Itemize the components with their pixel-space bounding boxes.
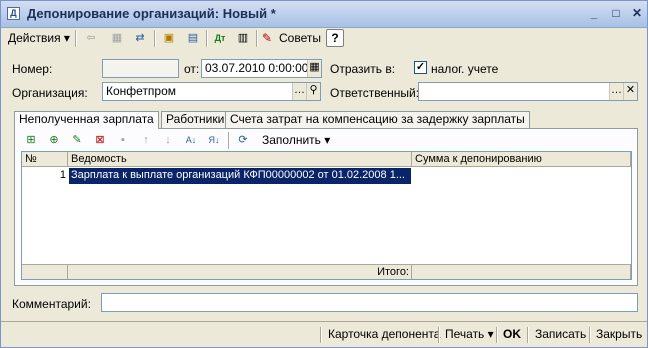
document-icon: Д bbox=[7, 7, 20, 20]
open-organization-icon[interactable]: ⚲ bbox=[306, 83, 320, 100]
clear-responsible-icon[interactable]: ✕ bbox=[623, 83, 637, 100]
refresh-icon[interactable]: ⇄ bbox=[130, 29, 150, 48]
footer-separator bbox=[589, 327, 591, 343]
debit-credit-icon[interactable]: Дт bbox=[210, 29, 230, 48]
fill-menu-button[interactable]: Заполнить ▾ bbox=[262, 133, 330, 147]
enter-on-basis-icon[interactable]: ⇦ bbox=[81, 29, 101, 48]
tax-accounting-checkbox[interactable]: ✓ bbox=[414, 61, 427, 74]
row-amount[interactable] bbox=[412, 168, 631, 184]
comment-label: Комментарий: bbox=[12, 297, 91, 311]
advice-button[interactable]: Советы bbox=[279, 31, 321, 45]
number-label: Номер: bbox=[12, 62, 53, 76]
move-down-icon[interactable]: ↓ bbox=[158, 131, 178, 150]
add-row-icon[interactable]: ⊞ bbox=[21, 131, 41, 150]
close-icon[interactable]: ✕ bbox=[628, 6, 646, 22]
toolbar-separator bbox=[206, 30, 208, 47]
sort-descending-icon[interactable]: Я↓ bbox=[204, 131, 224, 150]
column-header-statement[interactable]: Ведомость bbox=[68, 152, 412, 167]
edit-row-icon[interactable]: ✎ bbox=[67, 131, 87, 150]
tax-accounting-label: налог. учете bbox=[431, 62, 499, 76]
column-header-amount[interactable]: Сумма к депонированию bbox=[412, 152, 631, 167]
window-title: Депонирование организаций: Новый * bbox=[27, 6, 276, 21]
footer-separator bbox=[438, 327, 440, 343]
copy-icon[interactable]: ▦ bbox=[107, 29, 127, 48]
row-statement[interactable]: Зарплата к выплате организаций КФП000000… bbox=[69, 168, 411, 184]
post-document-icon[interactable]: ▣ bbox=[159, 29, 179, 48]
statements-table[interactable]: № Ведомость Сумма к депонированию 1 Зарп… bbox=[21, 151, 632, 280]
copy-row-icon[interactable]: ⊕ bbox=[44, 131, 64, 150]
actions-menu-button[interactable]: Действия ▾ bbox=[8, 31, 70, 45]
tab-panel: ⊞ ⊕ ✎ ⊠ ▪ ↑ ↓ A↓ Я↓ ⟳ Заполнить ▾ № Ведо… bbox=[14, 128, 638, 286]
move-up-icon[interactable]: ↑ bbox=[136, 131, 156, 150]
toolbar-separator bbox=[75, 30, 77, 47]
toolbar-separator bbox=[228, 132, 230, 149]
tab-expense-accounts[interactable]: Счета затрат на компенсацию за задержку … bbox=[225, 111, 530, 128]
advice-icon: ✎ bbox=[262, 31, 273, 45]
maximize-icon[interactable]: □ bbox=[607, 6, 625, 22]
footer-cell bbox=[22, 264, 68, 279]
row-number: 1 bbox=[59, 169, 66, 181]
calendar-icon[interactable]: ▦ bbox=[307, 60, 321, 77]
footer-separator bbox=[527, 327, 529, 343]
column-header-number[interactable]: № bbox=[22, 152, 68, 167]
select-organization-button[interactable]: … bbox=[292, 83, 306, 100]
structure-icon[interactable]: ▤ bbox=[183, 29, 203, 48]
comment-field[interactable] bbox=[101, 293, 638, 312]
document-window: Д Депонирование организаций: Новый * _ □… bbox=[0, 0, 648, 348]
select-responsible-button[interactable]: … bbox=[609, 83, 623, 100]
total-label: Итого: bbox=[68, 264, 412, 279]
tab-employees[interactable]: Работники bbox=[161, 111, 230, 128]
title-bar: Д Депонирование организаций: Новый * _ □… bbox=[1, 1, 647, 28]
depositor-card-button[interactable]: Карточка депонента bbox=[328, 326, 440, 344]
minimize-icon[interactable]: _ bbox=[585, 6, 603, 22]
report-icon[interactable]: ▥ bbox=[233, 29, 253, 48]
print-menu-button[interactable]: Печать ▾ bbox=[445, 326, 494, 344]
help-button[interactable]: ? bbox=[326, 29, 344, 47]
organization-field[interactable]: Конфетпром … ⚲ bbox=[102, 82, 321, 101]
organization-value: Конфетпром bbox=[106, 84, 177, 98]
date-label: от: bbox=[184, 62, 200, 76]
close-button[interactable]: Закрыть bbox=[596, 326, 642, 344]
sort-ascending-icon[interactable]: A↓ bbox=[181, 131, 201, 150]
organization-label: Организация: bbox=[12, 86, 88, 100]
footer-bar: Карточка депонента Печать ▾ OK Записать … bbox=[1, 321, 647, 347]
save-button[interactable]: Записать bbox=[535, 326, 586, 344]
ok-button[interactable]: OK bbox=[503, 326, 521, 344]
footer-separator bbox=[496, 327, 498, 343]
number-field[interactable] bbox=[102, 59, 179, 78]
toolbar-separator bbox=[154, 30, 156, 47]
reflect-label: Отразить в: bbox=[330, 62, 396, 76]
main-toolbar: Действия ▾ ⇦ ▦ ⇄ ▣ ▤ Дт ▥ ✎ Советы ? bbox=[3, 28, 645, 48]
date-field[interactable]: 03.07.2010 0:00:00 ▦ bbox=[201, 59, 322, 78]
toolbar-separator bbox=[256, 30, 258, 47]
delete-row-icon[interactable]: ⊠ bbox=[90, 131, 110, 150]
refresh-table-icon[interactable]: ⟳ bbox=[233, 131, 253, 150]
tab-unpaid-salary[interactable]: Неполученная зарплата bbox=[14, 111, 159, 129]
total-amount bbox=[412, 264, 631, 279]
date-value: 03.07.2010 0:00:00 bbox=[205, 61, 309, 75]
footer-separator bbox=[320, 327, 322, 343]
responsible-field[interactable]: … ✕ bbox=[418, 82, 638, 101]
end-edit-icon[interactable]: ▪ bbox=[113, 131, 133, 150]
responsible-label: Ответственный: bbox=[330, 86, 420, 100]
